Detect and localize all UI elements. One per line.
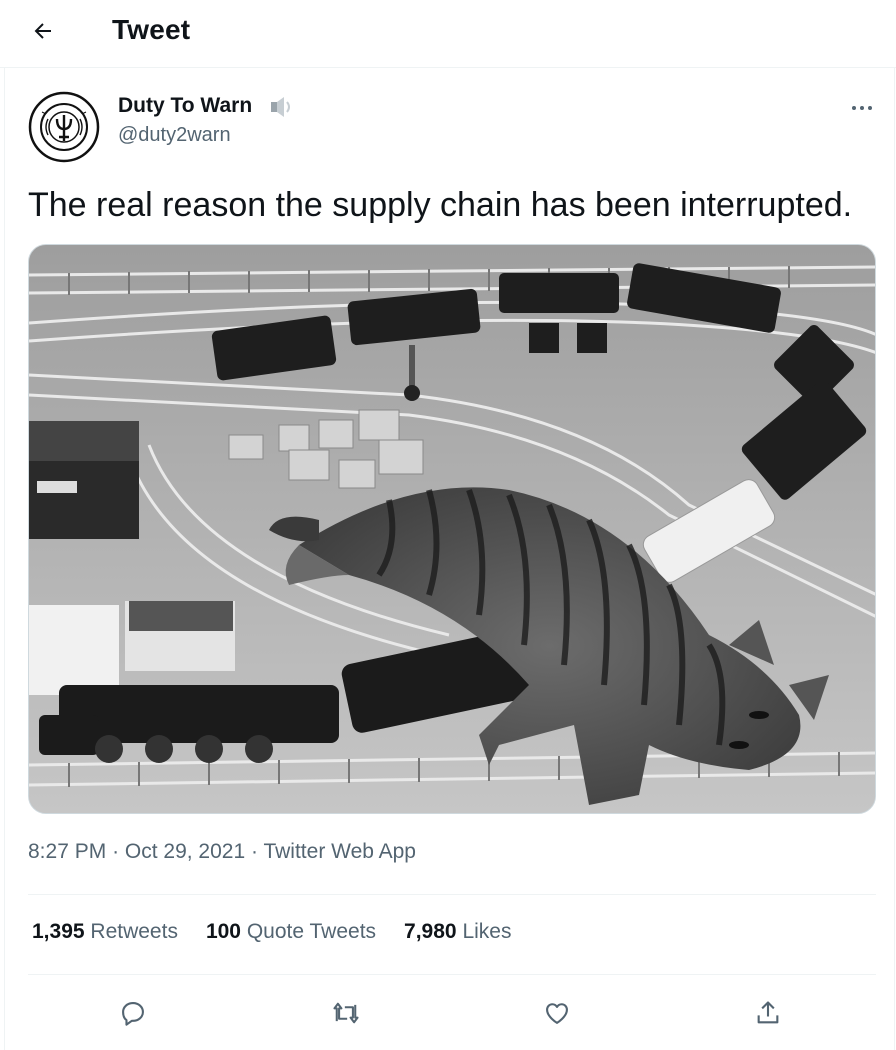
tweet-photo[interactable]: [28, 244, 876, 814]
quote-tweets-stat[interactable]: 100 Quote Tweets: [206, 920, 376, 944]
tweet-source[interactable]: Twitter Web App: [263, 840, 416, 863]
retweets-label: Retweets: [90, 920, 178, 943]
column-border-right: [894, 68, 895, 1050]
more-icon: [852, 106, 872, 110]
like-icon: [546, 1003, 568, 1024]
retweets-count: 1,395: [32, 920, 85, 943]
author-handle[interactable]: @duty2warn: [118, 124, 231, 147]
retweet-icon: [333, 1002, 359, 1024]
top-bar: Tweet: [0, 0, 896, 68]
tweet-text: The real reason the supply chain has bee…: [28, 186, 853, 224]
likes-label: Likes: [462, 920, 512, 943]
quote-tweets-label: Quote Tweets: [246, 920, 377, 943]
speaker-icon: [268, 94, 296, 120]
action-bar: [0, 985, 896, 1041]
meta-separator: ·: [251, 840, 258, 863]
share-button[interactable]: [746, 991, 790, 1035]
reply-icon: [122, 1002, 144, 1026]
page-title: Tweet: [112, 14, 191, 45]
retweet-button[interactable]: [324, 991, 368, 1035]
meta-separator: ·: [112, 840, 120, 863]
tweet-timestamp: 8:27 PM · Oct 29, 2021 · Twitter Web App: [28, 840, 416, 864]
back-button[interactable]: [24, 12, 62, 50]
more-button[interactable]: [842, 92, 882, 124]
arrow-left-icon: [34, 23, 51, 39]
divider: [28, 894, 876, 895]
column-border-left: [4, 68, 5, 1050]
avatar-logo: [28, 91, 100, 163]
tweet-time[interactable]: 8:27 PM: [28, 840, 106, 863]
photo-icon: [29, 245, 875, 813]
retweets-stat[interactable]: 1,395 Retweets: [32, 920, 178, 944]
quote-tweets-count: 100: [205, 920, 241, 943]
tweet-date[interactable]: Oct 29, 2021: [125, 840, 245, 863]
avatar[interactable]: [28, 91, 100, 163]
author-name[interactable]: Duty To Warn: [118, 94, 252, 118]
likes-count: 7,980: [404, 920, 457, 943]
share-icon: [757, 1001, 779, 1024]
divider: [28, 974, 876, 975]
likes-stat[interactable]: 7,980 Likes: [404, 920, 511, 944]
like-button[interactable]: [535, 991, 579, 1035]
reply-button[interactable]: [111, 991, 155, 1035]
tweet-stats: 1,395 Retweets 100 Quote Tweets 7,980 Li…: [32, 920, 511, 944]
